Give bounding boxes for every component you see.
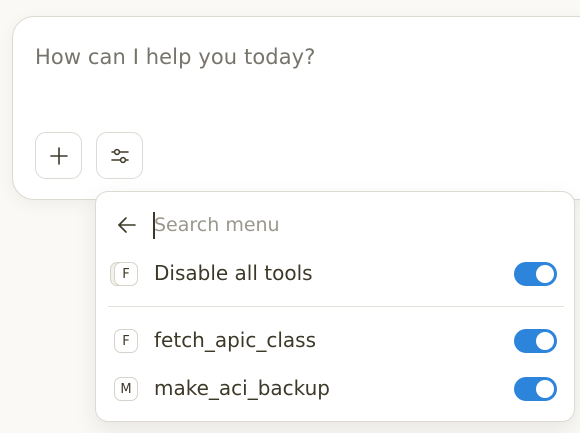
toggle-knob [536,380,554,398]
tool-toggle-fetch-apic-class[interactable] [514,329,557,353]
app-canvas: How can I help you today? Search menu F … [0,0,580,433]
tool-item-fetch-apic-class[interactable]: F fetch_apic_class [96,321,574,361]
tool-item-make-aci-backup[interactable]: M make_aci_backup [96,369,574,409]
plus-icon [49,146,68,165]
tool-badge-icon: F [114,262,138,286]
tool-badge-icon: M [114,377,138,401]
arrow-left-icon[interactable] [116,214,138,236]
add-button[interactable] [35,132,82,179]
composer-placeholder[interactable]: How can I help you today? [35,45,315,69]
tool-toggle-make-aci-backup[interactable] [514,377,557,401]
tools-settings-button[interactable] [96,132,143,179]
menu-divider [108,306,564,307]
menu-search-bar [96,192,574,256]
disable-all-tools-label: Disable all tools [154,261,313,285]
tools-menu: F Disable all tools F fetch_apic_class M… [95,191,575,422]
disable-all-tools-item[interactable]: F Disable all tools [96,254,574,294]
disable-all-tools-toggle[interactable] [514,262,557,286]
tool-badge-icon: F [114,329,138,353]
toggle-knob [536,332,554,350]
sliders-icon [110,148,129,163]
menu-search-input[interactable] [153,210,484,240]
toggle-knob [536,265,554,283]
chat-composer[interactable]: How can I help you today? [12,16,580,200]
tool-item-label: fetch_apic_class [154,328,317,352]
text-caret [153,212,155,239]
tool-item-label: make_aci_backup [154,376,331,400]
